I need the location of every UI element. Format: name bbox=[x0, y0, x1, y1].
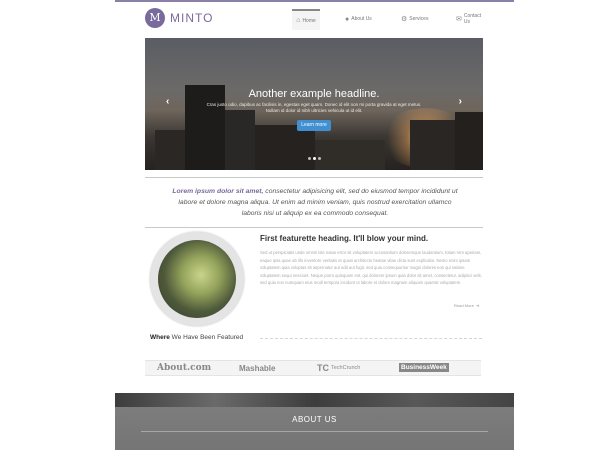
logo-text[interactable]: MINTO bbox=[170, 11, 213, 25]
nav-contact-us[interactable]: ✉ Contact Us bbox=[456, 6, 485, 32]
arrow-right-icon: ➜ bbox=[474, 303, 480, 308]
featurette-body: Sed ut perspiciatis unde omnis iste natu… bbox=[260, 250, 482, 286]
hero-subtitle: Cras justo odio, dapibus ac facilisis in… bbox=[206, 102, 422, 113]
user-icon: ● bbox=[345, 15, 350, 23]
press-logos-strip: About.com Mashable TC TechCrunch Busines… bbox=[145, 360, 481, 376]
building bbox=[225, 110, 255, 170]
nav-services[interactable]: ⚙ Services bbox=[401, 6, 428, 32]
techcrunch-logo: TC TechCrunch bbox=[317, 362, 360, 374]
home-icon: ⌂ bbox=[296, 17, 301, 24]
intro-text: Lorem ipsum dolor sit amet, consectetur … bbox=[170, 186, 460, 219]
divider bbox=[145, 177, 483, 178]
about-divider bbox=[141, 431, 488, 432]
building bbox=[155, 130, 185, 170]
featured-heading-rest: We Have Been Featured bbox=[169, 334, 244, 341]
carousel-indicators bbox=[308, 157, 321, 160]
divider bbox=[145, 227, 483, 228]
hero-carousel: Another example headline. Cras justo odi… bbox=[145, 38, 483, 170]
building bbox=[255, 125, 315, 170]
building bbox=[410, 120, 455, 170]
building bbox=[455, 112, 483, 170]
about-us-section: ABOUT US bbox=[115, 393, 514, 450]
carousel-prev-arrow-icon[interactable]: ‹ bbox=[166, 96, 169, 107]
envelope-icon: ✉ bbox=[456, 16, 462, 23]
featurette-image bbox=[158, 240, 236, 318]
about-background-texture bbox=[115, 393, 514, 407]
carousel-dot[interactable] bbox=[308, 157, 311, 160]
carousel-dot[interactable] bbox=[318, 157, 321, 160]
hero-headline: Another example headline. bbox=[248, 88, 380, 100]
about-com-logo: About.com bbox=[157, 363, 212, 373]
featurette-heading: First featurette heading. It'll blow you… bbox=[260, 234, 429, 243]
featured-heading-bold: Where bbox=[150, 334, 170, 341]
featurette-image-frame bbox=[150, 232, 244, 326]
building bbox=[315, 140, 385, 170]
nav-home[interactable]: ⌂ Home bbox=[292, 9, 320, 30]
nav-contact-label: Contact Us bbox=[463, 13, 482, 25]
businessweek-logo: BusinessWeek bbox=[399, 363, 449, 372]
top-border bbox=[115, 0, 514, 2]
techcrunch-label: TechCrunch bbox=[331, 365, 361, 371]
dashed-divider bbox=[260, 338, 482, 339]
carousel-next-arrow-icon[interactable]: › bbox=[459, 96, 462, 107]
intro-lead: Lorem ipsum dolor sit amet, bbox=[172, 188, 264, 195]
nav-about-us[interactable]: ● About Us bbox=[345, 6, 372, 32]
nav-about-label: About Us bbox=[351, 16, 372, 22]
gear-icon: ⚙ bbox=[401, 16, 408, 23]
logo-badge[interactable]: M bbox=[145, 8, 165, 28]
site-header: M MINTO ⌂ Home ● About Us ⚙ Services ✉ C… bbox=[145, 6, 485, 32]
learn-more-button[interactable]: Learn more bbox=[297, 120, 331, 131]
read-more-link[interactable]: Read More ➜ bbox=[454, 303, 479, 308]
mashable-logo: Mashable bbox=[239, 363, 276, 373]
techcrunch-mark-icon: TC bbox=[317, 363, 329, 373]
read-more-label: Read More bbox=[454, 303, 474, 308]
about-us-title: ABOUT US bbox=[292, 415, 337, 424]
nav-services-label: Services bbox=[409, 16, 429, 22]
carousel-dot-active[interactable] bbox=[313, 157, 316, 160]
featured-heading: Where We Have Been Featured bbox=[150, 334, 243, 341]
nav-home-label: Home bbox=[302, 17, 316, 24]
